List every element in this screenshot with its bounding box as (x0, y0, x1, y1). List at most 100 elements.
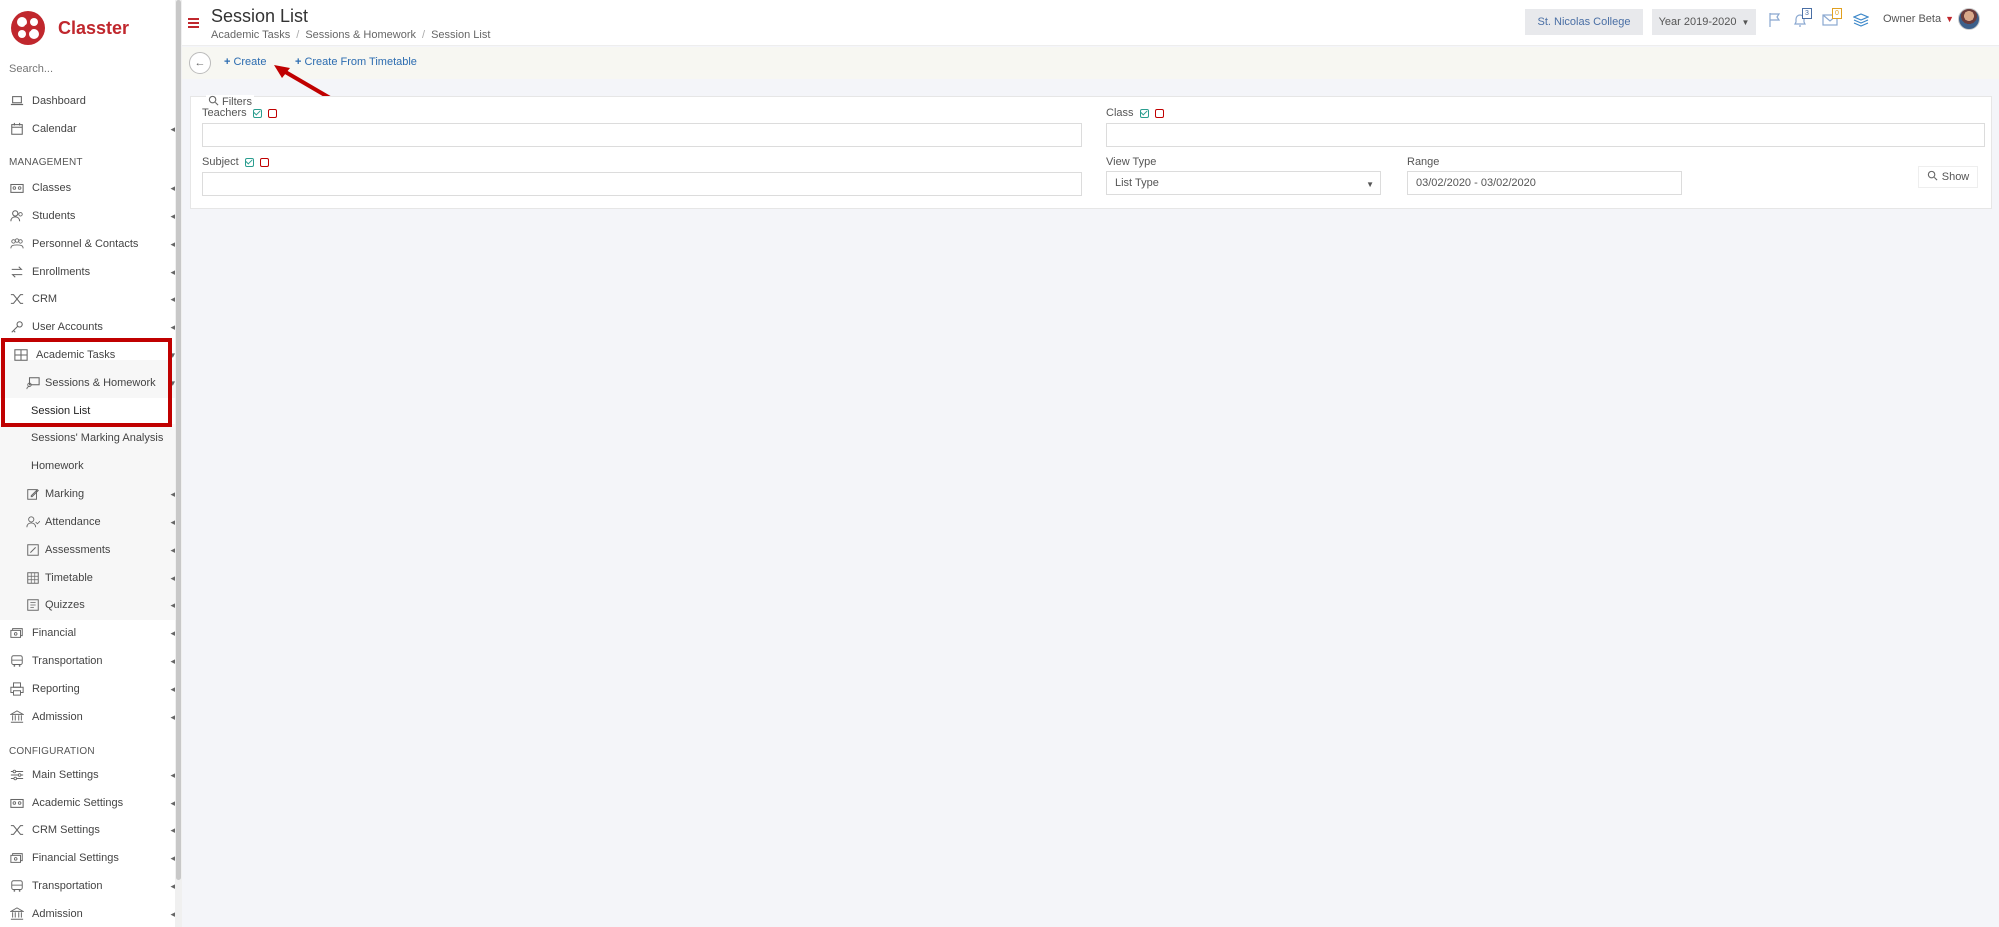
key-icon (9, 320, 25, 334)
sidebar-item-attendance[interactable]: Attendance ◂ (0, 509, 175, 535)
sidebar-item-financial[interactable]: Financial ◂ (0, 620, 175, 646)
bank-icon (9, 907, 25, 921)
sidebar-search-input[interactable] (9, 63, 159, 75)
show-label: Show (1941, 171, 1970, 183)
sidebar-item-label: Calendar (32, 123, 77, 135)
brand-logo[interactable]: Classter (10, 8, 129, 48)
range-label: Range (1407, 156, 1440, 168)
deselect-all-checkbox-icon[interactable] (267, 108, 277, 118)
sidebar-item-label: Admission (32, 711, 83, 723)
crm-icon (9, 823, 25, 837)
flag-icon[interactable] (1767, 12, 1785, 30)
filters-panel: Filters Teachers Class Subject View Type… (190, 95, 1992, 209)
create-label: Create (233, 56, 267, 68)
personnel-icon (9, 237, 25, 251)
sidebar-item-enrollments[interactable]: Enrollments ◂ (0, 259, 175, 285)
bus-icon (9, 879, 25, 893)
user-name: Owner Beta (1883, 13, 1942, 25)
sidebar-item-label: Marking (45, 488, 85, 500)
subject-input[interactable] (202, 172, 1082, 196)
teachers-filter-label: Teachers (202, 107, 277, 119)
date-range-input[interactable]: 03/02/2020 - 03/02/2020 (1407, 171, 1682, 195)
sidebar-item-label: CRM Settings (32, 824, 100, 836)
hamburger-menu-icon[interactable] (188, 18, 199, 30)
sidebar-item-label: Transportation (32, 655, 103, 667)
caret-down-icon: ▼ (1366, 180, 1374, 189)
sidebar-item-admission-settings[interactable]: Admission ◂ (0, 901, 175, 927)
back-button[interactable]: ← (189, 52, 211, 74)
avatar[interactable] (1958, 8, 1980, 30)
college-selector-button[interactable]: St. Nicolas College (1525, 9, 1643, 35)
bank-icon (9, 710, 25, 724)
bell-icon[interactable]: 3 (1792, 8, 1812, 30)
sidebar-item-academic-settings[interactable]: Academic Settings ◂ (0, 790, 175, 816)
sidebar-item-dashboard[interactable]: Dashboard (0, 88, 175, 114)
sidebar-item-financial-settings[interactable]: Financial Settings ◂ (0, 845, 175, 871)
sidebar-item-marking[interactable]: Marking ◂ (0, 481, 175, 507)
sidebar-item-admission[interactable]: Admission ◂ (0, 704, 175, 730)
breadcrumb-item[interactable]: Academic Tasks (211, 29, 290, 41)
year-selector-button[interactable]: Year 2019-2020 ▼ (1652, 9, 1756, 35)
scrollbar-thumb[interactable] (176, 0, 181, 880)
sidebar-item-label: Sessions' Marking Analysis (31, 432, 164, 444)
sidebar-item-label: Academic Settings (32, 797, 124, 809)
select-all-checkbox-icon[interactable] (1139, 108, 1149, 118)
view-type-label: View Type (1106, 156, 1157, 168)
user-menu[interactable]: Owner Beta ▼ (1883, 13, 1954, 25)
sidebar-item-assessments[interactable]: Assessments ◂ (0, 537, 175, 563)
sidebar-item-marking-analysis[interactable]: Sessions' Marking Analysis (0, 425, 175, 451)
sidebar-item-transportation-settings[interactable]: Transportation ◂ (0, 873, 175, 899)
sidebar-item-timetable[interactable]: Timetable ◂ (0, 565, 175, 591)
sidebar: Classter Dashboard Calendar ◂ MANAGEMENT… (0, 0, 175, 927)
section-label-configuration: CONFIGURATION (9, 746, 95, 757)
sidebar-item-label: Transportation (32, 880, 103, 892)
crm-icon (9, 292, 25, 306)
sidebar-item-personnel[interactable]: Personnel & Contacts ◂ (0, 231, 175, 257)
sidebar-item-user-accounts[interactable]: User Accounts ◂ (0, 314, 175, 340)
sidebar-item-homework[interactable]: Homework (0, 453, 175, 479)
edit-icon (25, 487, 41, 501)
view-type-select[interactable]: List Type ▼ (1106, 171, 1381, 195)
enrollments-icon (9, 265, 25, 279)
laptop-icon (9, 94, 25, 108)
teachers-input[interactable] (202, 123, 1082, 147)
sidebar-item-main-settings[interactable]: Main Settings ◂ (0, 762, 175, 788)
view-type-value: List Type (1115, 177, 1159, 189)
envelope-icon[interactable]: 0 (1822, 8, 1842, 30)
create-button[interactable]: + Create (224, 56, 266, 68)
brand-name: Classter (58, 17, 130, 38)
select-all-checkbox-icon[interactable] (252, 108, 262, 118)
sidebar-item-classes[interactable]: Classes ◂ (0, 175, 175, 201)
date-range-value: 03/02/2020 - 03/02/2020 (1416, 177, 1536, 189)
sidebar-item-label: Students (32, 210, 76, 222)
sidebar-item-students[interactable]: Students ◂ (0, 203, 175, 229)
sidebar-item-label: Enrollments (32, 266, 91, 278)
sidebar-item-label: Reporting (32, 683, 80, 695)
sidebar-item-quizzes[interactable]: Quizzes ◂ (0, 592, 175, 618)
page-title: Session List (211, 6, 309, 26)
sidebar-item-label: Quizzes (45, 599, 85, 611)
classes-icon (9, 181, 25, 195)
sidebar-item-crm-settings[interactable]: CRM Settings ◂ (0, 817, 175, 843)
show-button[interactable]: Show (1918, 166, 1978, 188)
select-all-checkbox-icon[interactable] (244, 157, 254, 167)
class-input[interactable] (1106, 123, 1985, 147)
sliders-icon (9, 768, 25, 782)
sidebar-item-label: Dashboard (32, 95, 86, 107)
sidebar-item-transportation[interactable]: Transportation ◂ (0, 648, 175, 674)
sidebar-item-crm[interactable]: CRM ◂ (0, 286, 175, 312)
layers-icon[interactable] (1852, 12, 1871, 30)
breadcrumb-item[interactable]: Sessions & Homework (305, 29, 416, 41)
printer-icon (9, 682, 25, 696)
message-count-badge: 0 (1832, 8, 1842, 19)
sidebar-item-label: Assessments (45, 544, 111, 556)
sidebar-item-calendar[interactable]: Calendar ◂ (0, 116, 175, 142)
sidebar-item-reporting[interactable]: Reporting ◂ (0, 676, 175, 702)
sidebar-item-label: Homework (31, 460, 84, 472)
deselect-all-checkbox-icon[interactable] (259, 157, 269, 167)
sidebar-item-label: Main Settings (32, 769, 99, 781)
sidebar-item-label: Personnel & Contacts (32, 238, 139, 250)
sidebar-item-label: Timetable (45, 572, 93, 584)
sidebar-scrollbar[interactable] (175, 0, 182, 927)
deselect-all-checkbox-icon[interactable] (1154, 108, 1164, 118)
